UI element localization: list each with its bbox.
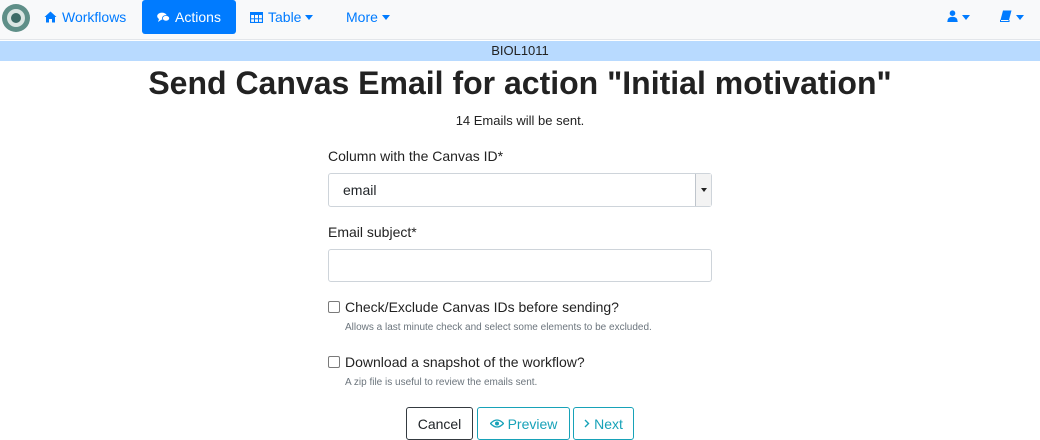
email-count-text: 14 Emails will be sent. — [455, 113, 585, 128]
nav-actions[interactable]: Actions — [142, 0, 236, 34]
check-exclude-option[interactable]: Check/Exclude Canvas IDs before sending? — [328, 299, 619, 315]
preview-button[interactable]: Preview — [477, 407, 570, 440]
cancel-button-label: Cancel — [417, 415, 462, 432]
user-menu-dropdown[interactable] — [935, 0, 982, 34]
chevron-down-icon — [1016, 14, 1024, 20]
comments-icon — [157, 12, 171, 23]
nav-more-label: More — [346, 9, 378, 25]
documentation-menu-dropdown[interactable] — [988, 0, 1036, 34]
next-button[interactable]: Next — [573, 407, 634, 440]
email-subject-label: Email subject* — [328, 224, 417, 240]
download-snapshot-checkbox[interactable] — [328, 356, 340, 368]
cancel-button[interactable]: Cancel — [406, 407, 473, 440]
app-logo[interactable] — [2, 4, 30, 32]
check-exclude-checkbox[interactable] — [328, 301, 340, 313]
chevron-down-icon — [381, 14, 390, 20]
course-banner: BIOL1011 — [0, 41, 1040, 61]
check-exclude-label[interactable]: Check/Exclude Canvas IDs before sending? — [345, 299, 619, 315]
canvas-id-select[interactable]: email — [328, 173, 712, 207]
home-icon — [44, 11, 57, 23]
download-snapshot-help: A zip file is useful to review the email… — [345, 377, 538, 388]
check-exclude-help: Allows a last minute check and select so… — [345, 322, 652, 333]
eye-icon — [489, 419, 504, 428]
next-button-label: Next — [594, 415, 623, 432]
nav-workflows[interactable]: Workflows — [32, 0, 138, 34]
download-snapshot-label[interactable]: Download a snapshot of the workflow? — [345, 354, 585, 370]
canvas-id-select-value: email — [343, 182, 377, 198]
user-icon — [947, 9, 958, 25]
preview-button-label: Preview — [507, 415, 558, 432]
page-title: Send Canvas Email for action "Initial mo… — [148, 65, 892, 101]
nav-workflows-label: Workflows — [62, 9, 127, 25]
nav-more-dropdown[interactable]: More — [334, 0, 402, 34]
chevron-down-icon — [305, 14, 314, 20]
top-navbar: Workflows Actions Table More — [0, 0, 1040, 40]
chevron-right-icon — [584, 419, 590, 428]
book-icon — [1000, 9, 1012, 25]
nav-actions-label: Actions — [175, 9, 221, 25]
select-arrow-icon[interactable] — [695, 174, 711, 206]
download-snapshot-option[interactable]: Download a snapshot of the workflow? — [328, 354, 585, 370]
nav-table-dropdown[interactable]: Table — [238, 0, 325, 34]
nav-table-label: Table — [268, 9, 302, 25]
chevron-down-icon — [962, 14, 970, 20]
table-icon — [250, 11, 263, 23]
email-subject-input[interactable] — [328, 249, 712, 282]
canvas-id-label: Column with the Canvas ID* — [328, 148, 504, 164]
